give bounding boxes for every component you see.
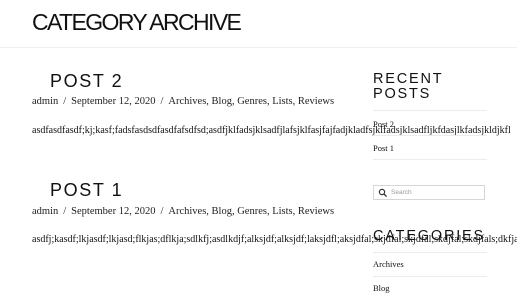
category-link[interactable]: Lists [272, 96, 292, 107]
post-title-link[interactable]: POST 1 [50, 180, 123, 200]
category-link[interactable]: Blog [212, 96, 232, 107]
meta-separator: / [63, 206, 67, 217]
category-link[interactable]: Archives [168, 206, 206, 217]
category-link[interactable]: Genres [237, 96, 267, 107]
post-meta: admin / September 12, 2020/Archives, Blog,… [32, 96, 335, 107]
category-link[interactable]: Reviews [298, 96, 334, 107]
category-widget-link[interactable]: Archives [373, 259, 404, 270]
recent-post-link[interactable]: Post 2 [373, 119, 394, 130]
recent-post-link[interactable]: Post 1 [373, 143, 394, 154]
category-link[interactable]: Lists [272, 206, 292, 217]
category-link[interactable]: Reviews [298, 206, 334, 217]
categories-heading: CATEGORIES [373, 228, 485, 244]
category-widget-link[interactable]: Blog [373, 283, 390, 294]
category-link[interactable]: Genres [237, 206, 267, 217]
category-link[interactable]: Archives [168, 96, 206, 107]
date-link[interactable]: September 12, 2020 [71, 206, 155, 217]
page-header: CATEGORY ARCHIVE [0, 0, 517, 48]
meta-separator: / [63, 96, 67, 107]
search-icon [378, 188, 388, 197]
meta-separator: / [160, 206, 164, 217]
category-link[interactable]: Blog [212, 206, 232, 217]
search-input[interactable] [388, 186, 481, 199]
date-link[interactable]: September 12, 2020 [71, 96, 155, 107]
meta-separator: / [160, 96, 164, 107]
recent-posts-heading: RECENT POSTS [373, 71, 444, 102]
page-title: CATEGORY ARCHIVE [32, 9, 242, 35]
divider [373, 110, 487, 111]
author-link[interactable]: admin [32, 206, 58, 217]
search-form [373, 185, 485, 200]
divider [373, 135, 487, 136]
divider [373, 252, 487, 253]
divider [373, 159, 487, 160]
divider [373, 276, 487, 277]
post-meta: admin / September 12, 2020/Archives, Blog,… [32, 206, 335, 217]
author-link[interactable]: admin [32, 96, 58, 107]
post-title-link[interactable]: POST 2 [50, 71, 123, 91]
